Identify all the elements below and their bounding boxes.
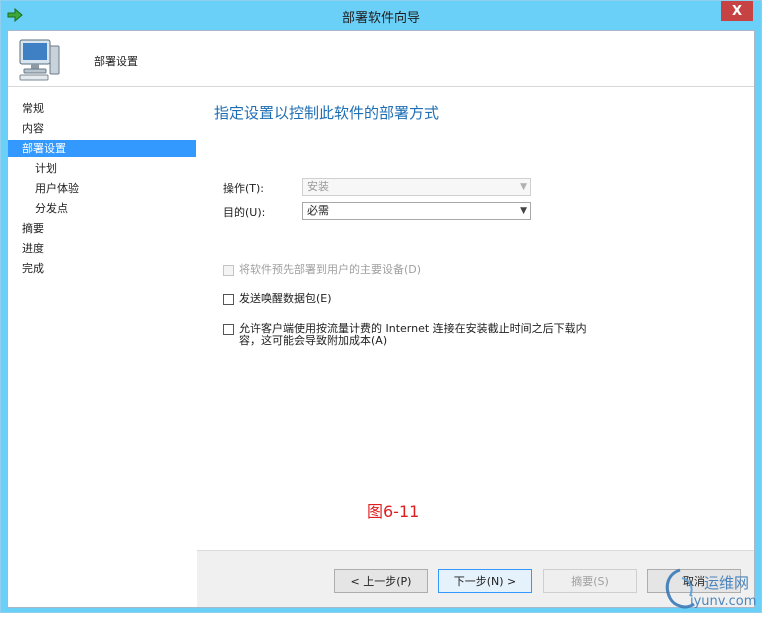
- wake-checkbox[interactable]: [223, 294, 234, 305]
- summary-button: 摘要(S): [543, 569, 637, 593]
- action-label: 操作(T):: [223, 182, 265, 195]
- metered-label-line2: 容，这可能会导致附加成本(A): [239, 334, 388, 347]
- nav-item-deployment-settings[interactable]: 部署设置: [8, 140, 196, 157]
- nav-item-schedule[interactable]: 计划: [8, 160, 196, 177]
- metered-checkbox[interactable]: [223, 324, 234, 335]
- purpose-value: 必需: [307, 204, 329, 217]
- purpose-label: 目的(U):: [223, 206, 266, 219]
- watermark-text-cn: 运维网: [704, 574, 750, 592]
- predeploy-option: 将软件预先部署到用户的主要设备(D): [223, 264, 421, 276]
- predeploy-checkbox: [223, 265, 234, 276]
- watermark-text-url: iyunv.com: [690, 594, 757, 609]
- next-button[interactable]: 下一步(N) >: [438, 569, 532, 593]
- wizard-header: 部署设置: [8, 31, 754, 87]
- page-title: 指定设置以控制此软件的部署方式: [214, 104, 440, 122]
- chevron-down-icon: ▼: [520, 182, 527, 192]
- main-pane: 指定设置以控制此软件的部署方式 操作(T): 安装 ▼ 目的(U): 必需 ▼ …: [197, 88, 754, 550]
- header-title: 部署设置: [94, 55, 138, 68]
- title-bar[interactable]: 部署软件向导 X: [1, 1, 761, 29]
- predeploy-label: 将软件预先部署到用户的主要设备(D): [239, 263, 422, 276]
- nav-item-distribution-points[interactable]: 分发点: [8, 200, 196, 217]
- metered-option[interactable]: 允许客户端使用按流量计费的 Internet 连接在安装截止时间之后下载内 容，…: [223, 323, 587, 347]
- wake-option[interactable]: 发送唤醒数据包(E): [223, 293, 332, 305]
- wizard-client-area: 部署设置 常规 内容 部署设置 计划 用户体验 分发点 摘要 进度 完成 指定设…: [7, 30, 755, 608]
- watermark: 运维网 iyunv.com: [660, 566, 764, 614]
- previous-button[interactable]: < 上一步(P): [334, 569, 428, 593]
- metered-label: 允许客户端使用按流量计费的 Internet 连接在安装截止时间之后下载内 容，…: [239, 323, 587, 347]
- purpose-select[interactable]: 必需 ▼: [302, 202, 531, 220]
- nav-item-content[interactable]: 内容: [8, 120, 196, 137]
- figure-caption: 图6-11: [367, 502, 420, 521]
- close-button[interactable]: X: [721, 1, 753, 21]
- action-value: 安装: [307, 180, 329, 193]
- action-select: 安装 ▼: [302, 178, 531, 196]
- wizard-window: 部署软件向导 X 部署设置 常规 内容 部署设置 计划 用户体验 分发点 摘要 …: [0, 0, 762, 613]
- wizard-navigation: 常规 内容 部署设置 计划 用户体验 分发点 摘要 进度 完成: [8, 88, 196, 607]
- nav-item-general[interactable]: 常规: [8, 100, 196, 117]
- nav-item-user-experience[interactable]: 用户体验: [8, 180, 196, 197]
- chevron-down-icon: ▼: [520, 206, 527, 216]
- nav-item-completion[interactable]: 完成: [8, 260, 196, 277]
- wake-label: 发送唤醒数据包(E): [239, 292, 332, 305]
- computer-icon: [19, 39, 60, 81]
- nav-item-summary[interactable]: 摘要: [8, 220, 196, 237]
- nav-item-progress[interactable]: 进度: [8, 240, 196, 257]
- window-title: 部署软件向导: [341, 11, 420, 26]
